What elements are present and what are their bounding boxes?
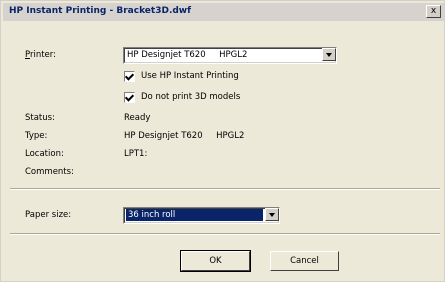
ok-button[interactable]: OK bbox=[180, 250, 251, 272]
location-value: LPT1: bbox=[124, 149, 148, 159]
paper-size-label: Paper size: bbox=[25, 210, 72, 220]
separator bbox=[10, 188, 440, 190]
paper-size-value: 36 inch roll bbox=[126, 209, 263, 221]
title-bar[interactable]: HP Instant Printing - Bracket3D.dwf x bbox=[3, 3, 444, 21]
printer-label-rest: rinter: bbox=[29, 50, 56, 60]
dialog-content: Printer: HP Designjet T620 HPGL2 Use HP … bbox=[3, 21, 444, 281]
separator bbox=[10, 233, 440, 235]
type-label: Type: bbox=[25, 131, 48, 141]
use-instant-printing-label: Use HP Instant Printing bbox=[141, 71, 239, 81]
close-icon[interactable]: x bbox=[426, 5, 441, 18]
dialog-window: HP Instant Printing - Bracket3D.dwf x Pr… bbox=[0, 0, 445, 282]
chevron-down-icon[interactable] bbox=[322, 48, 336, 61]
no-3d-models-checkbox[interactable] bbox=[124, 92, 135, 103]
no-3d-models-label: Do not print 3D models bbox=[141, 92, 241, 102]
comments-label: Comments: bbox=[25, 167, 74, 177]
printer-label: Printer: bbox=[25, 50, 56, 60]
use-instant-printing-checkbox[interactable] bbox=[124, 71, 135, 82]
window-title: HP Instant Printing - Bracket3D.dwf bbox=[9, 6, 192, 16]
status-label: Status: bbox=[25, 113, 55, 123]
type-value: HP Designjet T620 HPGL2 bbox=[124, 131, 245, 141]
location-label: Location: bbox=[25, 149, 64, 159]
status-value: Ready bbox=[124, 113, 151, 123]
cancel-button[interactable]: Cancel bbox=[270, 251, 339, 271]
paper-size-select[interactable]: 36 inch roll bbox=[123, 207, 280, 224]
printer-select-value: HP Designjet T620 HPGL2 bbox=[127, 50, 248, 60]
printer-select[interactable]: HP Designjet T620 HPGL2 bbox=[123, 47, 337, 64]
chevron-down-icon[interactable] bbox=[265, 208, 279, 221]
